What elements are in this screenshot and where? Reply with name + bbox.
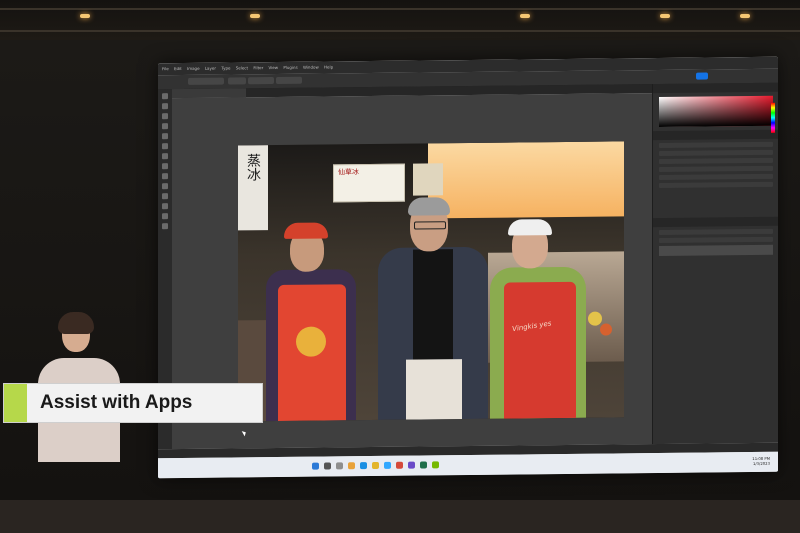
vendor-right-cap: [508, 219, 552, 236]
option-chip[interactable]: [276, 76, 302, 85]
edited-photo[interactable]: 蒸冰 仙草冰 Vingkis yes: [238, 141, 624, 422]
property-row[interactable]: [659, 181, 773, 188]
clock-date: 1/3/2023: [752, 460, 770, 467]
start-icon[interactable]: [312, 462, 319, 470]
photoshop-icon[interactable]: [384, 461, 391, 469]
property-row[interactable]: [659, 141, 773, 148]
layer-option-row[interactable]: [659, 236, 773, 243]
glasses: [414, 221, 446, 230]
option-chip[interactable]: [248, 77, 274, 85]
stage-light: [740, 14, 750, 18]
type-tool-icon[interactable]: [162, 193, 168, 200]
properties-panel-header[interactable]: [653, 129, 778, 141]
banner-label: Assist with Apps: [40, 392, 193, 413]
center-person-hair: [408, 197, 450, 216]
hand-tool-icon[interactable]: [162, 213, 168, 220]
stage-light: [660, 14, 670, 18]
truss-bar: [0, 8, 800, 10]
truss-bar: [0, 30, 800, 32]
eyedropper-tool-icon[interactable]: [162, 133, 168, 140]
stage-truss: [0, 0, 800, 40]
option-chip[interactable]: [228, 77, 246, 85]
menu-image[interactable]: Image: [187, 66, 200, 71]
layers-panel-header[interactable]: [653, 216, 778, 228]
stamp-tool-icon[interactable]: [162, 153, 168, 160]
vertical-sign: 蒸冰: [238, 145, 268, 231]
marquee-tool-icon[interactable]: [162, 103, 168, 110]
stage-light: [520, 14, 530, 18]
menu-layer[interactable]: Layer: [205, 66, 216, 71]
shape-tool-icon[interactable]: [162, 203, 168, 210]
menu-select[interactable]: Select: [236, 65, 248, 70]
menu-view[interactable]: View: [269, 65, 279, 70]
zoom-tool-icon[interactable]: [162, 223, 168, 230]
lower-third-banner: Assist with Apps: [3, 383, 263, 423]
nvidia-icon[interactable]: [432, 461, 439, 469]
color-picker[interactable]: [659, 95, 773, 127]
option-chip[interactable]: [188, 77, 224, 85]
move-tool-icon[interactable]: [162, 93, 168, 100]
menu-plugins[interactable]: Plugins: [283, 65, 297, 70]
price-board: [413, 163, 443, 196]
menu-help[interactable]: Help: [324, 64, 333, 69]
banner-accent: [4, 384, 27, 422]
sign-text: 蒸冰: [245, 153, 261, 182]
menu-filter[interactable]: Filter: [253, 65, 263, 70]
taskbar-clock[interactable]: 11:08 PM 1/3/2023: [752, 456, 770, 466]
brush-tool-icon[interactable]: [162, 143, 168, 150]
chrome-icon[interactable]: [372, 461, 379, 470]
presenter-hair: [58, 312, 94, 334]
stage-floor: [0, 500, 800, 533]
property-row[interactable]: [659, 165, 773, 172]
center-person-pants: [406, 359, 462, 420]
edge-icon[interactable]: [360, 462, 367, 470]
property-row[interactable]: [659, 149, 773, 156]
property-row[interactable]: [659, 157, 773, 164]
menu-window[interactable]: Window: [303, 65, 319, 70]
hue-slider[interactable]: [771, 102, 775, 133]
app-icon[interactable]: [396, 461, 403, 469]
right-panels: [652, 82, 778, 445]
lasso-tool-icon[interactable]: [162, 113, 168, 120]
menu-file[interactable]: File: [162, 66, 169, 71]
apron-emblem: [296, 326, 326, 357]
vendor-right-apron: Vingkis yes: [504, 281, 576, 419]
stage-light: [80, 14, 90, 18]
menu-sign-text: 仙草冰: [338, 168, 359, 177]
layer-row[interactable]: [659, 244, 773, 256]
menu-sign: 仙草冰: [333, 163, 405, 203]
share-button[interactable]: [696, 72, 708, 80]
gradient-tool-icon[interactable]: [162, 173, 168, 180]
color-panel-header[interactable]: [653, 82, 778, 94]
app-icon[interactable]: [420, 461, 427, 469]
crop-tool-icon[interactable]: [162, 123, 168, 130]
menu-edit[interactable]: Edit: [174, 66, 182, 71]
task-view-icon[interactable]: [336, 462, 343, 470]
vendor-left-cap: [284, 222, 328, 239]
fruit: [600, 323, 612, 336]
property-row[interactable]: [659, 173, 773, 180]
fruit: [588, 311, 602, 326]
apron-text: Vingkis yes: [511, 319, 552, 334]
search-icon[interactable]: [324, 462, 331, 470]
file-explorer-icon[interactable]: [348, 462, 355, 470]
layer-option-row[interactable]: [659, 228, 773, 235]
eraser-tool-icon[interactable]: [162, 163, 168, 170]
menu-type[interactable]: Type: [221, 65, 230, 70]
pen-tool-icon[interactable]: [162, 183, 168, 190]
center-person-shirt: [413, 249, 453, 360]
app-icon[interactable]: [408, 461, 415, 469]
stage-light: [250, 14, 260, 18]
stall-lights: [428, 141, 624, 219]
